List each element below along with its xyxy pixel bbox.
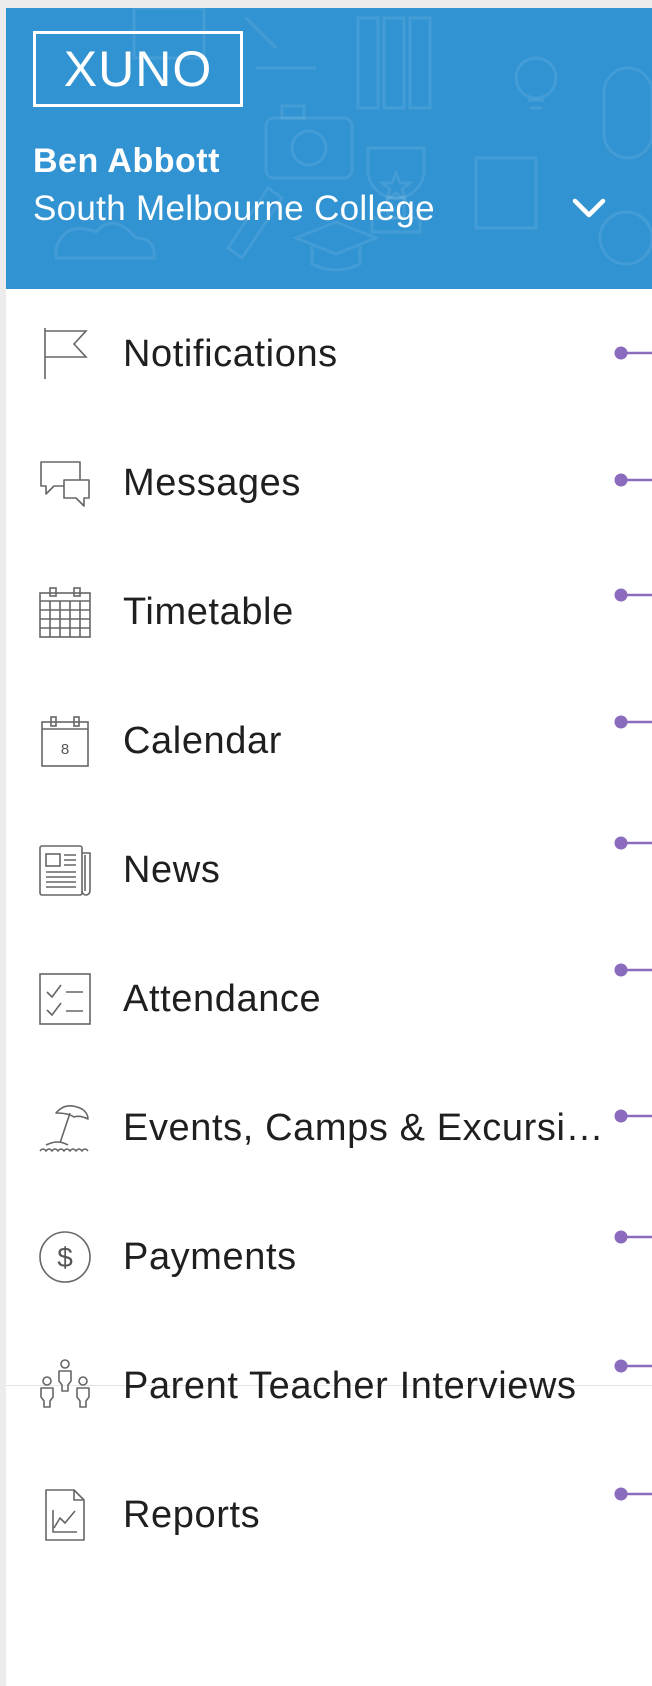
- side-drawer: XUNO Ben Abbott South Melbourne College …: [6, 8, 652, 1686]
- connector-dot-icon: [614, 1359, 652, 1373]
- newspaper-icon: [39, 845, 91, 896]
- connector-dot-icon: [614, 836, 652, 850]
- menu-item-messages[interactable]: Messages: [6, 418, 652, 547]
- menu-item-reports[interactable]: Reports: [6, 1450, 652, 1579]
- menu-item-label: Attendance: [123, 978, 322, 1020]
- school-name: South Melbourne College: [33, 189, 435, 228]
- connector-dot-icon: [614, 346, 652, 360]
- flag-icon: [44, 328, 88, 379]
- people-meeting-icon: [40, 1359, 90, 1408]
- menu-item-attendance[interactable]: Attendance: [6, 934, 652, 1063]
- user-name: Ben Abbott: [33, 142, 220, 180]
- svg-text:8: 8: [61, 741, 69, 758]
- connector-dot-icon: [614, 715, 652, 729]
- menu-item-notifications[interactable]: Notifications: [6, 289, 652, 418]
- menu-item-label: Events, Camps & Excursi…: [123, 1107, 605, 1149]
- menu-item-label: Payments: [123, 1236, 297, 1278]
- connector-dot-icon: [614, 1109, 652, 1123]
- dollar-coin-icon: $: [39, 1231, 91, 1283]
- checklist-icon: [39, 973, 91, 1025]
- timetable-grid-icon: [39, 587, 91, 638]
- connector-dot-icon: [614, 1230, 652, 1244]
- menu-item-label: Parent Teacher Interviews: [123, 1365, 577, 1407]
- menu-item-label: News: [123, 849, 221, 891]
- connector-dot-icon: [614, 473, 652, 487]
- menu-item-label: Reports: [123, 1494, 261, 1536]
- menu-item-timetable[interactable]: Timetable: [6, 547, 652, 676]
- menu-item-label: Messages: [123, 462, 301, 504]
- chevron-down-icon: [572, 198, 606, 218]
- menu-item-payments[interactable]: $ Payments: [6, 1192, 652, 1321]
- menu-item-events[interactable]: Events, Camps & Excursi…: [6, 1063, 652, 1192]
- chat-bubbles-icon: [40, 461, 90, 507]
- svg-text:$: $: [57, 1242, 73, 1273]
- connector-dot-icon: [614, 1487, 652, 1501]
- menu-item-label: Timetable: [123, 591, 294, 633]
- report-chart-icon: [45, 1489, 85, 1541]
- calendar-icon: 8: [41, 716, 89, 767]
- account-switcher-button[interactable]: [569, 191, 609, 225]
- menu-item-calendar[interactable]: 8 Calendar: [6, 676, 652, 805]
- account-header: XUNO Ben Abbott South Melbourne College: [6, 8, 652, 289]
- menu-item-label: Notifications: [123, 333, 338, 375]
- beach-umbrella-icon: [39, 1105, 89, 1152]
- menu-item-label: Calendar: [123, 720, 283, 762]
- menu-item-news[interactable]: News: [6, 805, 652, 934]
- connector-dot-icon: [614, 588, 652, 602]
- connector-dot-icon: [614, 963, 652, 977]
- xuno-logo: XUNO: [33, 31, 243, 107]
- menu-item-parent-teacher-interviews[interactable]: Parent Teacher Interviews: [6, 1321, 652, 1450]
